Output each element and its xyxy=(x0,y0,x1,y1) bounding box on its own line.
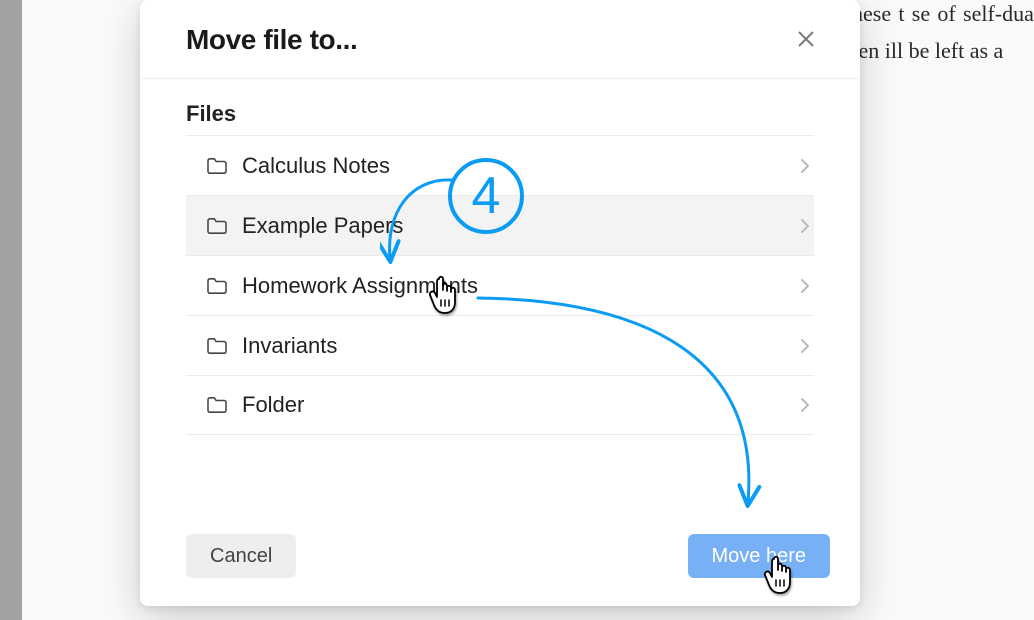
move-file-modal: Move file to... Files Calculus Notes Exam… xyxy=(140,0,860,606)
folder-icon xyxy=(206,396,228,414)
chevron-right-icon xyxy=(800,278,810,294)
chevron-right-icon xyxy=(800,397,810,413)
modal-header: Move file to... xyxy=(140,0,860,79)
chevron-right-icon xyxy=(800,158,810,174)
chevron-right-icon xyxy=(800,218,810,234)
folder-label: Invariants xyxy=(242,333,786,359)
section-label: Files xyxy=(140,79,860,135)
folder-row[interactable]: Example Papers xyxy=(186,195,814,255)
folder-row[interactable]: Folder xyxy=(186,375,814,435)
folder-label: Example Papers xyxy=(242,213,786,239)
folder-label: Folder xyxy=(242,392,786,418)
modal-footer: Cancel Move here xyxy=(140,516,860,606)
close-icon xyxy=(795,28,817,53)
folder-icon xyxy=(206,277,228,295)
folder-row[interactable]: Homework Assignments xyxy=(186,255,814,315)
folder-label: Calculus Notes xyxy=(242,153,786,179)
move-here-button[interactable]: Move here xyxy=(688,534,831,578)
modal-title: Move file to... xyxy=(186,24,357,56)
folder-row[interactable]: Invariants xyxy=(186,315,814,375)
folder-icon xyxy=(206,217,228,235)
folder-icon xyxy=(206,157,228,175)
close-button[interactable] xyxy=(786,20,826,60)
folder-list: Calculus Notes Example Papers Homework Ass… xyxy=(140,135,860,516)
cancel-button[interactable]: Cancel xyxy=(186,534,296,578)
folder-icon xyxy=(206,337,228,355)
chevron-right-icon xyxy=(800,338,810,354)
folder-row[interactable]: Calculus Notes xyxy=(186,135,814,195)
folder-label: Homework Assignments xyxy=(242,273,786,299)
